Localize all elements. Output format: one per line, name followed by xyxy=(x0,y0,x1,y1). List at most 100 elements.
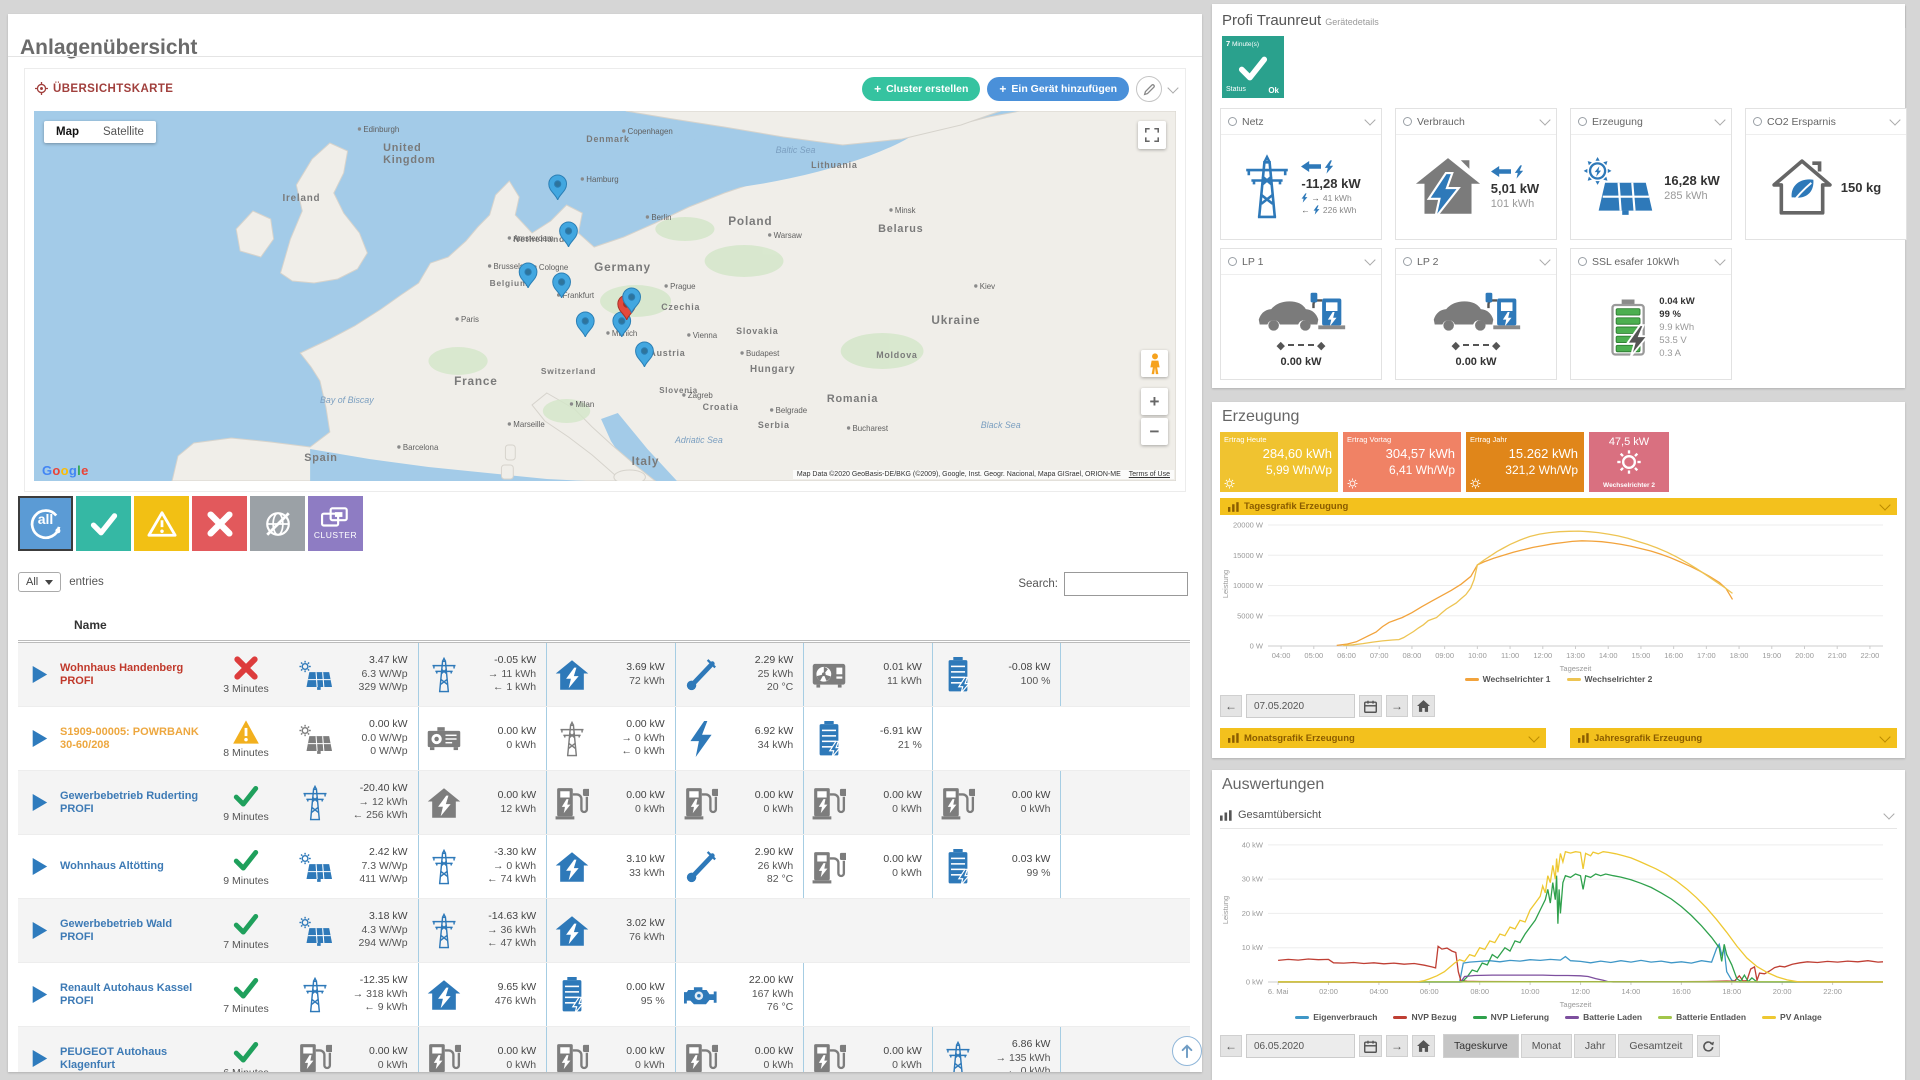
view-tageskurve-button[interactable]: Tageskurve xyxy=(1443,1034,1519,1058)
yield-box-3[interactable]: Ertrag Jahr15.262 kWh321,2 Wh/Wp xyxy=(1466,432,1584,492)
table-row[interactable]: Gewerbebetrieb Wald PROFI7 Minutes3.18 k… xyxy=(18,899,1190,963)
date-field[interactable]: 07.05.2020 xyxy=(1246,694,1355,718)
metric-charger: 0.00 kW0 kWh xyxy=(676,1027,805,1072)
create-cluster-button[interactable]: +Cluster erstellen xyxy=(862,77,980,101)
card-lp1-header[interactable]: LP 1 xyxy=(1221,249,1381,275)
plant-name-link[interactable]: Gewerbebetrieb Ruderting PROFI xyxy=(60,771,202,834)
row-play-button[interactable] xyxy=(18,771,60,834)
map-fullscreen-button[interactable] xyxy=(1138,121,1166,149)
home-date-button[interactable] xyxy=(1412,1035,1435,1057)
map-country-label: Croatia xyxy=(703,402,739,412)
metric-values: -12.35 kW→ 318 kWh← 9 kWh xyxy=(338,974,414,1015)
map-zoom-in-button[interactable]: + xyxy=(1141,388,1168,415)
calendar-button[interactable] xyxy=(1359,695,1382,717)
map-city-label: Copenhagen xyxy=(628,127,673,136)
filter-warning-button[interactable] xyxy=(134,496,189,551)
metric-values: 3.18 kW4.3 W/Wp294 W/Wp xyxy=(338,910,414,951)
gesamtuebersicht-header[interactable]: Gesamtübersicht xyxy=(1220,802,1897,829)
row-status: 9 Minutes xyxy=(202,771,290,834)
map-terms-link[interactable]: Terms of Use xyxy=(1129,471,1170,478)
filter-all-button[interactable]: all xyxy=(18,496,73,551)
entries-select[interactable]: All xyxy=(18,572,61,592)
filter-error-button[interactable] xyxy=(192,496,247,551)
table-row[interactable]: Renault Autohaus Kassel PROFI7 Minutes -1… xyxy=(18,963,1190,1027)
map-type-satellite-button[interactable]: Satellite xyxy=(91,121,156,143)
chart-icon xyxy=(1228,733,1239,743)
view-gesamtzeit-button[interactable]: Gesamtzeit xyxy=(1618,1034,1693,1058)
plant-name-link[interactable]: Gewerbebetrieb Wald PROFI xyxy=(60,899,202,962)
collapse-map-chevron-icon[interactable] xyxy=(1167,82,1178,93)
europe-map[interactable]: UnitedKingdomIrelandFranceSpainGermanyPo… xyxy=(34,111,1176,481)
card-ssl-header[interactable]: SSL esafer 10kWh xyxy=(1571,249,1731,275)
chevron-down-icon xyxy=(1714,254,1725,265)
metric-values: 0.00 kW0 kWh xyxy=(595,789,671,816)
table-row[interactable]: Wohnhaus Altötting9 Minutes2.42 kW7.3 W/… xyxy=(18,835,1190,899)
view-monat-button[interactable]: Monat xyxy=(1521,1034,1572,1058)
map-city-label: Milan xyxy=(575,400,594,409)
plant-name-link[interactable]: Renault Autohaus Kassel PROFI xyxy=(60,963,202,1026)
yield-box-2[interactable]: Ertrag Vortag304,57 kWh6,41 Wh/Wp xyxy=(1343,432,1461,492)
card-co2-header[interactable]: CO2 Ersparnis xyxy=(1746,109,1906,135)
card-verbrauch-header[interactable]: Verbrauch xyxy=(1396,109,1556,135)
pencil-icon xyxy=(1143,83,1156,96)
filter-cluster-button[interactable]: CLUSTER xyxy=(308,496,363,551)
metric-engine: 22.00 kW167 kWh76 °C xyxy=(676,963,805,1026)
map-zoom-out-button[interactable]: − xyxy=(1141,418,1168,445)
plant-name-link[interactable]: Wohnhaus Altötting xyxy=(60,835,202,898)
date-field[interactable]: 06.05.2020 xyxy=(1246,1034,1355,1058)
metric-values: 0.00 kW0 kWh xyxy=(852,853,928,880)
filter-ok-button[interactable] xyxy=(76,496,131,551)
row-play-button[interactable] xyxy=(18,835,60,898)
map-country-label: Austria xyxy=(649,348,685,358)
scroll-to-top-button[interactable] xyxy=(1172,1036,1202,1066)
search-input[interactable] xyxy=(1064,572,1188,596)
card-lp2-header[interactable]: LP 2 xyxy=(1396,249,1556,275)
next-day-button[interactable]: → xyxy=(1386,695,1408,717)
table-row[interactable]: Gewerbebetrieb Ruderting PROFI9 Minutes-… xyxy=(18,771,1190,835)
svg-text:14:00: 14:00 xyxy=(1622,987,1641,996)
map-type-map-button[interactable]: Map xyxy=(44,121,91,143)
metric-pylon: -14.63 kW→ 36 kWh← 47 kWh xyxy=(419,899,548,962)
metric-bolt: 6.92 kW34 kWh xyxy=(676,707,805,770)
row-play-button[interactable] xyxy=(18,643,60,706)
map-pegman-control[interactable] xyxy=(1141,350,1168,377)
edit-map-button[interactable] xyxy=(1136,76,1162,102)
row-status: 7 Minutes xyxy=(202,963,290,1026)
map-canvas[interactable]: UnitedKingdomIrelandFranceSpainGermanyPo… xyxy=(34,111,1176,481)
overview-map-section: ÜBERSICHTSKARTE +Cluster erstellen +Ein … xyxy=(24,68,1186,492)
view-jahr-button[interactable]: Jahr xyxy=(1574,1034,1616,1058)
filter-offline-button[interactable] xyxy=(250,496,305,551)
plant-name-link[interactable]: PEUGEOT Autohaus Klagenfurt xyxy=(60,1027,202,1072)
row-play-button[interactable] xyxy=(18,963,60,1026)
home-date-button[interactable] xyxy=(1412,695,1435,717)
metric-values: 0.00 kW0 kWh xyxy=(338,1045,414,1072)
row-play-button[interactable] xyxy=(18,899,60,962)
plant-name-link[interactable]: S1909-00005: POWRBANK 30-60/208 xyxy=(60,707,202,770)
table-row[interactable]: PEUGEOT Autohaus Klagenfurt6 Minutes0.00… xyxy=(18,1027,1190,1072)
table-row[interactable]: S1909-00005: POWRBANK 30-60/2088 Minutes… xyxy=(18,707,1190,771)
add-device-button[interactable]: +Ein Gerät hinzufügen xyxy=(987,77,1129,101)
row-play-button[interactable] xyxy=(18,707,60,770)
table-row[interactable]: Wohnhaus Handenberg PROFI3 Minutes3.47 k… xyxy=(18,643,1190,707)
chart-icon xyxy=(1578,733,1589,743)
map-city-label: Marseille xyxy=(513,420,545,429)
map-city-label: Paris xyxy=(461,315,479,324)
card-netz-header[interactable]: Netz xyxy=(1221,109,1381,135)
metric-values: 22.00 kW167 kWh76 °C xyxy=(724,974,800,1015)
refresh-button[interactable] xyxy=(1697,1035,1720,1057)
svg-text:04:00: 04:00 xyxy=(1370,987,1389,996)
plant-name-link[interactable]: Wohnhaus Handenberg PROFI xyxy=(60,643,202,706)
card-erzeugung-header[interactable]: Erzeugung xyxy=(1571,109,1731,135)
row-play-button[interactable] xyxy=(18,1027,60,1072)
prev-day-button[interactable]: ← xyxy=(1220,1035,1242,1057)
device-status-tile[interactable]: 7 Minute(s) StatusOk xyxy=(1222,36,1284,98)
calendar-button[interactable] xyxy=(1359,1035,1382,1057)
yield-box-1[interactable]: Ertrag Heute284,60 kWh5,99 Wh/Wp xyxy=(1220,432,1338,492)
tagesgrafik-bar[interactable]: Tagesgrafik Erzeugung xyxy=(1220,498,1897,515)
jahresgrafik-bar[interactable]: Jahresgrafik Erzeugung xyxy=(1570,728,1897,748)
monatsgrafik-bar[interactable]: Monatsgrafik Erzeugung xyxy=(1220,728,1546,748)
next-day-button[interactable]: → xyxy=(1386,1035,1408,1057)
yield-box-4[interactable]: 47,5 kWWechselrichter 2 xyxy=(1589,432,1669,492)
metric-battery: -6.91 kW21 % xyxy=(804,707,933,770)
prev-day-button[interactable]: ← xyxy=(1220,695,1242,717)
